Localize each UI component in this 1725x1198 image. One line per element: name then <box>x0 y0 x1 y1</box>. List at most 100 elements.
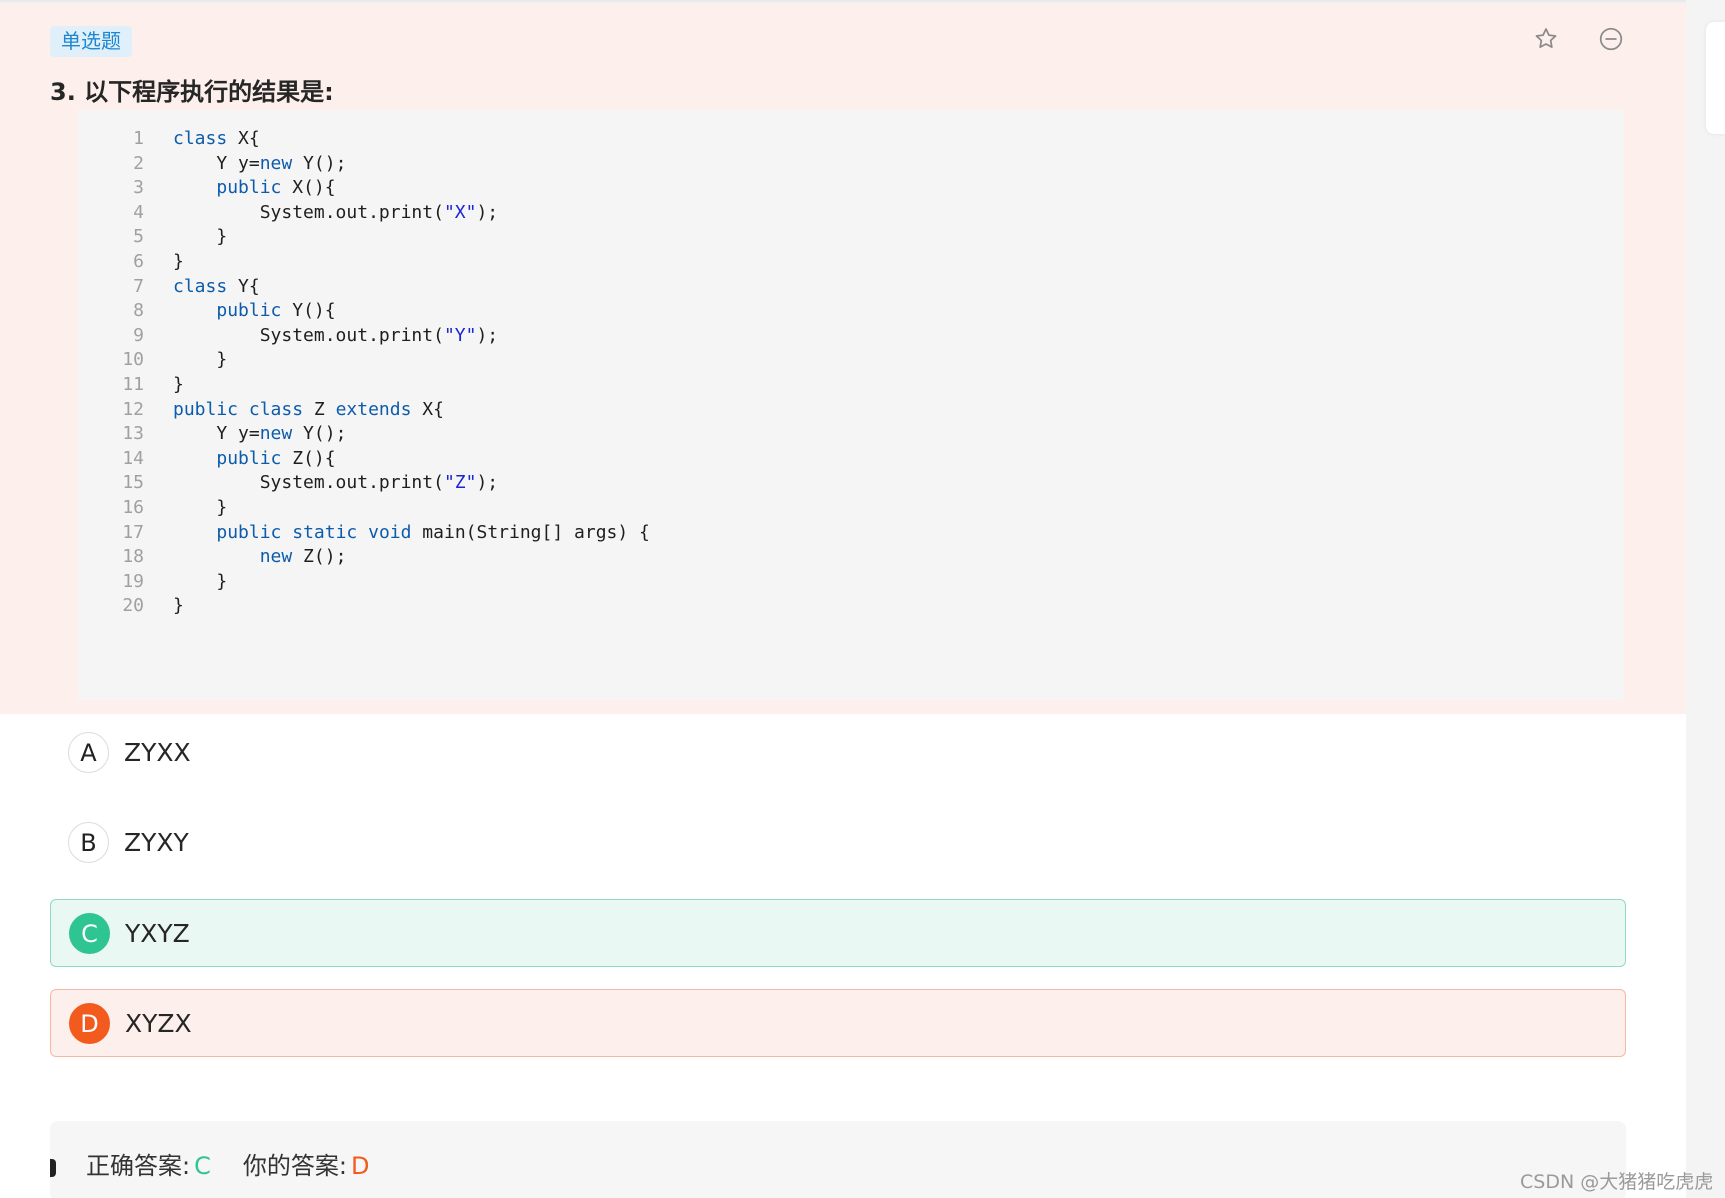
code-keyword: extends <box>335 398 412 420</box>
line-number: 7 <box>133 275 144 297</box>
option-text: ZYXY <box>124 828 189 857</box>
code-token: Y(); <box>292 423 347 445</box>
code-token: Y y= <box>173 152 260 174</box>
line-number: 10 <box>122 349 144 371</box>
code-line: 18 new Z(); <box>78 543 1624 570</box>
line-number: 17 <box>122 521 144 543</box>
code-line: 17 public static void main(String[] args… <box>78 519 1624 546</box>
right-scroll-gutter <box>1686 0 1725 1198</box>
code-string: "Y" <box>443 324 477 346</box>
code-text: class X{ <box>173 125 260 152</box>
code-token: Z(); <box>292 546 347 568</box>
option-d[interactable]: D XYZX <box>50 989 1626 1057</box>
code-line: 2 Y y=new Y(); <box>78 150 1624 177</box>
line-number: 12 <box>122 398 144 420</box>
code-keyword: public <box>216 300 282 322</box>
code-token: } <box>173 570 228 592</box>
code-string: "X" <box>443 201 477 223</box>
option-text: XYZX <box>125 1009 192 1038</box>
code-keyword: static <box>292 521 358 543</box>
code-line: 11} <box>78 371 1624 398</box>
code-text: } <box>173 248 184 275</box>
code-line: 12 public class Z extends X{ <box>78 396 1624 423</box>
code-text: class Y{ <box>173 273 260 300</box>
option-text: YXYZ <box>125 919 190 948</box>
code-line: 14 public Z(){ <box>78 445 1624 472</box>
code-token: } <box>173 226 228 248</box>
code-token: } <box>173 374 184 395</box>
code-token: Z <box>303 398 336 420</box>
answer-line: 正确答案: C 你的答案: D <box>86 1148 369 1184</box>
code-line: 6} <box>78 248 1624 275</box>
code-line: 16 } <box>78 494 1624 521</box>
line-number: 6 <box>133 251 144 272</box>
code-line: 20} <box>78 592 1624 619</box>
code-text: } <box>173 494 227 521</box>
side-panel-handle[interactable] <box>1706 22 1725 134</box>
code-line: 9 System.out.print("Y"); <box>78 322 1624 349</box>
code-line: 3 public X(){ <box>78 174 1624 201</box>
remove-circle-svg <box>1599 27 1623 51</box>
code-text: } <box>173 568 227 595</box>
your-answer-label: 你的答案: <box>242 1152 347 1180</box>
watermark: CSDN @大猪猪吃虎虎 <box>1520 1171 1714 1193</box>
option-text: ZYXX <box>124 738 191 767</box>
option-letter-badge: B <box>68 822 109 863</box>
code-keyword: new <box>259 423 293 445</box>
code-token: Y(); <box>292 152 347 174</box>
code-line: 5 } <box>78 223 1624 250</box>
code-block: 1 class X{2 Y y=new Y(); 3 public X(){4 Sy… <box>78 110 1624 700</box>
code-text: new Z(); <box>173 543 347 570</box>
code-token: Y y= <box>173 423 260 445</box>
code-keyword: public <box>173 398 239 420</box>
code-token: } <box>173 251 184 272</box>
favorite-star-svg <box>1535 28 1557 48</box>
correct-answer-value: C <box>194 1152 211 1180</box>
line-number: 16 <box>122 497 144 518</box>
code-token: X{ <box>227 128 260 149</box>
line-number: 4 <box>133 201 144 223</box>
line-number: 5 <box>133 226 144 248</box>
code-keyword: void <box>368 521 412 543</box>
option-letter-badge: D <box>69 1003 110 1044</box>
code-text: } <box>173 223 227 250</box>
code-token: ); <box>476 324 499 346</box>
code-keyword: new <box>259 546 293 568</box>
line-number: 20 <box>122 595 144 617</box>
code-line: 4 System.out.print("X"); <box>78 199 1624 226</box>
code-string: "Z" <box>443 472 477 494</box>
code-text: public X(){ <box>173 174 335 201</box>
code-line: 10 } <box>78 346 1624 373</box>
code-token: X{ <box>411 398 444 420</box>
code-line: 8 public Y(){ <box>78 297 1624 324</box>
option-b[interactable]: B ZYXY <box>50 809 1626 877</box>
code-token: ); <box>476 201 499 223</box>
code-token: ); <box>476 472 499 494</box>
line-number: 15 <box>122 472 144 494</box>
code-token: } <box>173 497 228 518</box>
code-token: Y{ <box>227 275 260 297</box>
answer-summary: 正确答案: C 你的答案: D <box>50 1121 1626 1198</box>
star-outline-icon[interactable] <box>1531 24 1561 54</box>
code-text: } <box>173 592 184 619</box>
option-a[interactable]: A ZYXX <box>50 719 1626 787</box>
code-keyword: public <box>216 447 282 469</box>
line-number: 11 <box>122 374 144 395</box>
code-line: 15 System.out.print("Z"); <box>78 469 1624 496</box>
question-title: 3. 以下程序执行的结果是: <box>50 78 334 106</box>
code-text: Y y=new Y(); <box>173 420 346 447</box>
code-text: System.out.print("Z"); <box>173 469 498 496</box>
code-text: public Z(){ <box>173 445 335 472</box>
option-c[interactable]: C YXYZ <box>50 899 1626 967</box>
code-keyword: class <box>248 398 304 420</box>
code-keyword: class <box>173 275 228 297</box>
code-keyword: public <box>216 521 282 543</box>
correct-answer-label: 正确答案: <box>86 1152 191 1180</box>
minus-circle-icon[interactable] <box>1596 24 1626 54</box>
line-number: 1 <box>133 128 144 149</box>
